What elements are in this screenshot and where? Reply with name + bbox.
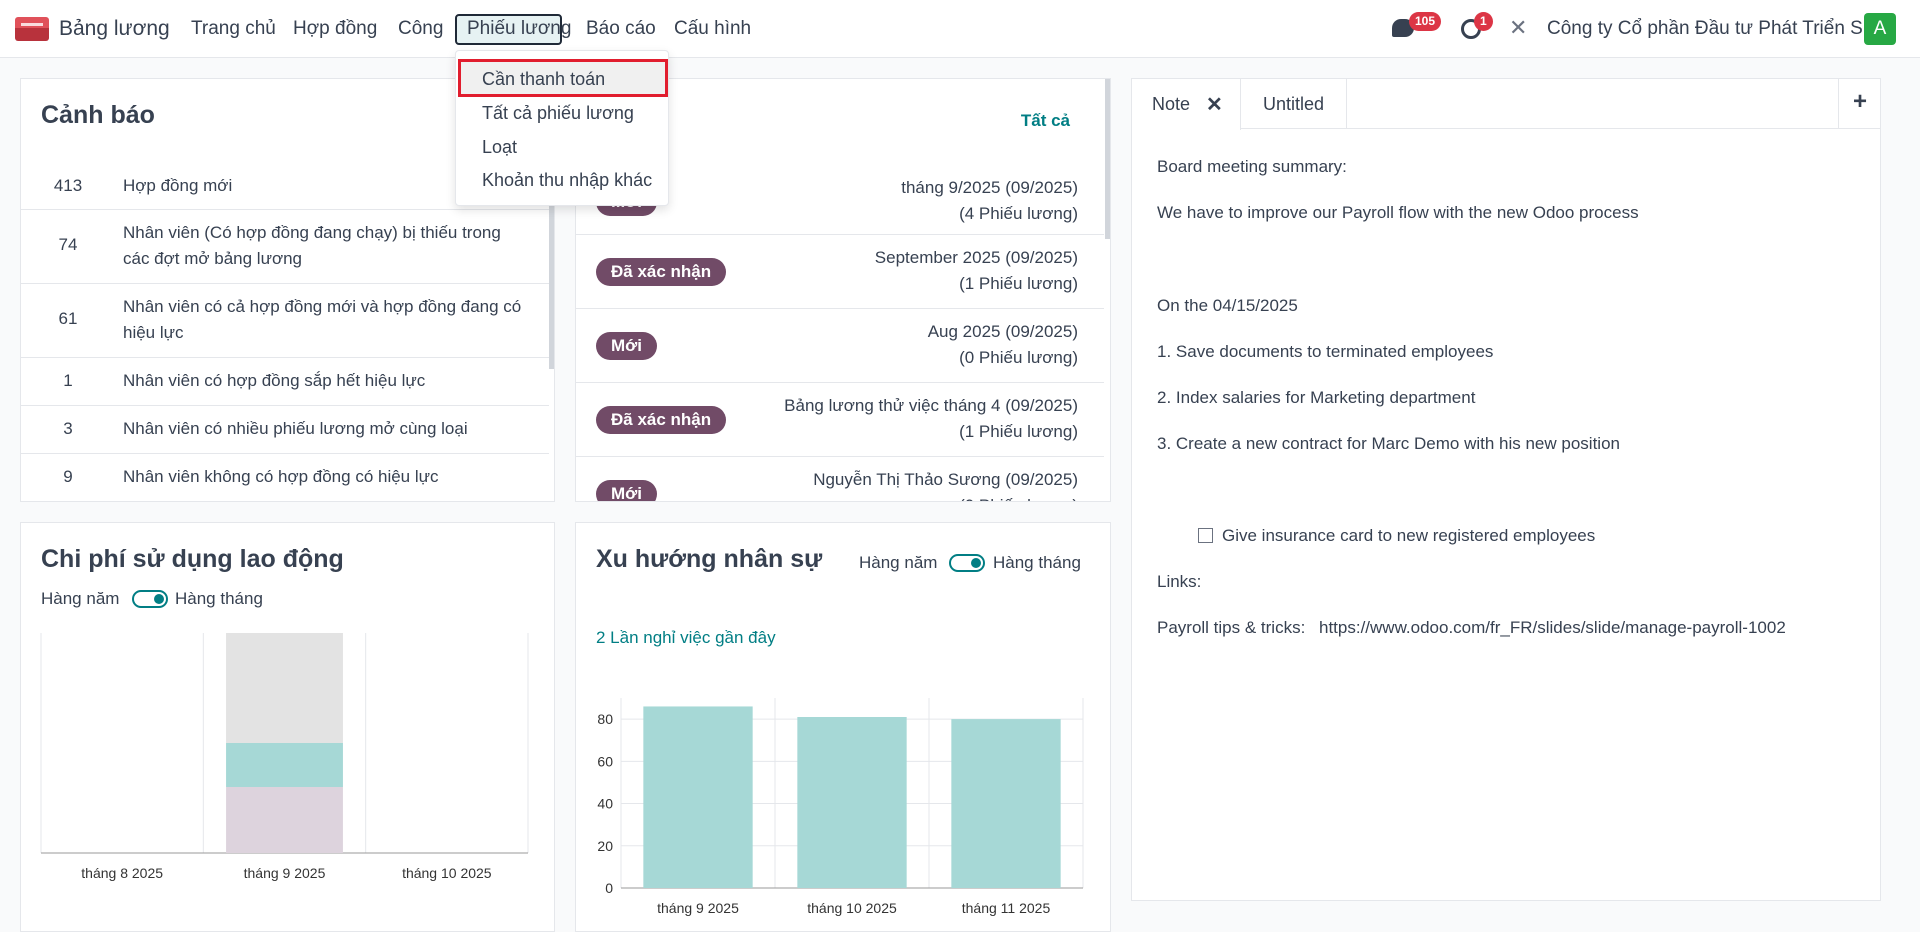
batch-row[interactable]: Đã xác nhận September 2025 (09/2025) (1 Ph… bbox=[576, 235, 1104, 309]
note-line: 1. Save documents to terminated employee… bbox=[1157, 342, 1494, 361]
status-badge: Đã xác nhận bbox=[596, 406, 727, 434]
y-tick-label: 40 bbox=[597, 796, 613, 812]
batch-row[interactable]: MớiNguyễn Thị Thảo Sương (09/2025)(0 Phi… bbox=[576, 457, 1104, 501]
x-tick-label: tháng 8 2025 bbox=[81, 865, 163, 881]
batch-row[interactable]: Mới Aug 2025 (09/2025) (0 Phiếu lương) bbox=[576, 309, 1104, 383]
x-tick-label: tháng 9 2025 bbox=[657, 900, 739, 916]
x-tick-label: tháng 9 2025 bbox=[244, 865, 326, 881]
all-batches-link[interactable]: Tất cả bbox=[1021, 111, 1070, 131]
dropdown-item-other-inputs[interactable]: Khoản thu nhập khác bbox=[482, 170, 652, 191]
period-toggle[interactable] bbox=[949, 554, 985, 572]
menu-work[interactable]: Công bbox=[398, 0, 443, 58]
payroll-tips-link[interactable]: https://www.odoo.com/fr_FR/slides/slide/… bbox=[1319, 618, 1786, 638]
dropdown-item-all-payslips[interactable]: Tất cả phiếu lương bbox=[482, 103, 634, 124]
y-tick-label: 0 bbox=[605, 880, 613, 896]
labor-cost-chart: tháng 8 2025 tháng 9 2025 tháng 10 2025 bbox=[40, 633, 529, 881]
labor-cost-title: Chi phí sử dụng lao động bbox=[41, 545, 344, 573]
dropdown-item-to-pay[interactable]: Cần thanh toán bbox=[482, 69, 605, 90]
note-line: Links: bbox=[1157, 572, 1202, 591]
note-line: Payroll tips & tricks: bbox=[1157, 618, 1306, 637]
note-line: 3. Create a new contract for Marc Demo w… bbox=[1157, 434, 1620, 453]
tab-untitled[interactable]: Untitled bbox=[1241, 79, 1347, 129]
warnings-title: Cảnh báo bbox=[41, 101, 155, 129]
top-navbar: Bảng lương Trang chủ Hợp đồng Công Phiếu… bbox=[0, 0, 1920, 58]
note-line: Board meeting summary: bbox=[1157, 157, 1347, 176]
warning-row[interactable]: 61 Nhân viên có cả hợp đồng mới và hợp đồ… bbox=[21, 284, 549, 358]
tools-icon[interactable]: ✕ bbox=[1509, 15, 1527, 41]
user-avatar[interactable]: A bbox=[1864, 13, 1896, 45]
bar bbox=[797, 717, 907, 888]
monthly-label: Hàng tháng bbox=[993, 553, 1081, 572]
hr-trend-chart: 0 20 40 60 80 tháng 9 2025 tháng 10 2025 tháng … bbox=[597, 698, 1084, 916]
checklist-item: Give insurance card to new registered em… bbox=[1222, 526, 1596, 545]
hr-trend-title: Xu hướng nhân sự bbox=[596, 545, 823, 573]
add-tab-button[interactable]: + bbox=[1838, 79, 1881, 129]
yearly-label: Hàng năm bbox=[859, 553, 938, 572]
note-line: On the 04/15/2025 bbox=[1157, 296, 1298, 315]
y-tick-label: 20 bbox=[597, 838, 613, 854]
close-icon[interactable]: ✕ bbox=[1206, 92, 1223, 117]
company-switcher[interactable]: Công ty Cổ phần Đầu tư Phát Triển S... bbox=[1547, 0, 1879, 58]
labor-cost-card: Chi phí sử dụng lao động Hàng năm Hàng t… bbox=[20, 522, 555, 932]
batch-row[interactable]: Đã xác nhận Bảng lương thử việc tháng 4 (… bbox=[576, 383, 1104, 457]
menu-configuration[interactable]: Cấu hình bbox=[674, 0, 751, 58]
tab-note[interactable]: Note ✕ bbox=[1132, 79, 1241, 130]
batches-scrollbar[interactable] bbox=[1105, 79, 1110, 239]
y-tick-label: 80 bbox=[597, 711, 613, 727]
messages-badge: 105 bbox=[1409, 12, 1442, 31]
yearly-label: Hàng năm bbox=[41, 589, 120, 608]
bar bbox=[643, 706, 753, 888]
y-tick-label: 60 bbox=[597, 753, 613, 769]
menu-contracts[interactable]: Hợp đồng bbox=[293, 0, 377, 58]
note-card: Note ✕ Untitled + Board meeting summary:… bbox=[1131, 78, 1881, 901]
recent-departures-link[interactable]: 2 Lần nghỉ việc gần đây bbox=[596, 628, 776, 648]
warning-row[interactable]: 1 Nhân viên có hợp đồng sắp hết hiệu lực bbox=[21, 358, 549, 406]
warning-row[interactable]: 3 Nhân viên có nhiều phiếu lương mở cùng … bbox=[21, 406, 549, 454]
payslips-dropdown: Cần thanh toán Tất cả phiếu lương Loạt K… bbox=[455, 50, 669, 206]
x-tick-label: tháng 10 2025 bbox=[807, 900, 897, 916]
bar bbox=[226, 787, 343, 853]
menu-home[interactable]: Trang chủ bbox=[191, 0, 276, 58]
warning-row[interactable]: 74 Nhân viên (Có hợp đồng đang chạy) bị t… bbox=[21, 210, 549, 284]
dropdown-item-batches[interactable]: Loạt bbox=[482, 137, 517, 158]
status-badge: Mới bbox=[596, 480, 657, 501]
activities-badge: 1 bbox=[1474, 12, 1493, 31]
monthly-label: Hàng tháng bbox=[175, 589, 263, 608]
app-brand[interactable]: Bảng lương bbox=[59, 0, 170, 58]
warning-row[interactable]: 9 Nhân viên không có hợp đồng có hiệu lực bbox=[21, 454, 549, 501]
note-line: We have to improve our Payroll flow with… bbox=[1157, 203, 1639, 222]
bar bbox=[226, 743, 343, 787]
status-badge: Mới bbox=[596, 332, 657, 360]
hr-trend-card: Xu hướng nhân sự Hàng năm Hàng tháng 2 L… bbox=[575, 522, 1111, 932]
insurance-checkbox[interactable] bbox=[1198, 528, 1213, 543]
payroll-app-icon[interactable] bbox=[15, 17, 49, 41]
x-tick-label: tháng 11 2025 bbox=[962, 900, 1051, 916]
bar bbox=[226, 633, 343, 743]
note-line: 2. Index salaries for Marketing departme… bbox=[1157, 388, 1476, 407]
bar bbox=[951, 719, 1061, 888]
period-toggle[interactable] bbox=[132, 590, 168, 608]
status-badge: Đã xác nhận bbox=[596, 258, 727, 286]
x-tick-label: tháng 10 2025 bbox=[402, 865, 492, 881]
